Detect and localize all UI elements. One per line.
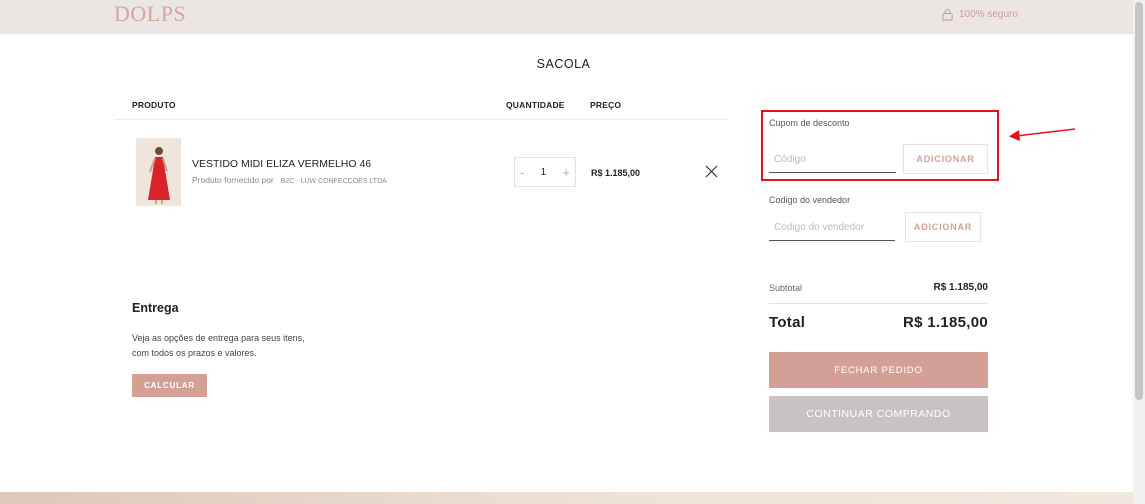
vendor-name: B2C - LUW CONFECCOES LTDA xyxy=(280,178,387,185)
arrow-left-icon xyxy=(1009,128,1076,141)
product-name[interactable]: VESTIDO MIDI ELIZA VERMELHO 46 xyxy=(192,158,371,170)
secure-badge: 100% seguro xyxy=(941,8,1018,21)
continue-shopping-button[interactable]: CONTINUAR COMPRANDO xyxy=(769,396,988,432)
logo[interactable]: DOLPS xyxy=(114,1,186,27)
scrollbar[interactable] xyxy=(1133,0,1145,504)
secure-label: 100% seguro xyxy=(959,9,1018,20)
subtotal-label: Subtotal xyxy=(769,283,803,293)
quantity-value: 1 xyxy=(540,166,547,178)
header-divider xyxy=(114,119,728,120)
close-icon[interactable] xyxy=(705,165,718,178)
quantity-stepper: - 1 + xyxy=(514,157,576,187)
lock-icon xyxy=(942,8,953,21)
delivery-description: Veja as opções de entrega para seus iten… xyxy=(132,331,352,361)
coupon-label: Cupom de desconto xyxy=(769,118,850,128)
scrollbar-thumb[interactable] xyxy=(1135,2,1143,400)
summary-divider xyxy=(769,303,988,304)
delivery-title: Entrega xyxy=(132,301,179,315)
quantity-increase-button[interactable]: + xyxy=(562,165,570,180)
page-title: SACOLA xyxy=(536,57,591,71)
total-label: Total xyxy=(769,314,806,331)
column-header-product: PRODUTO xyxy=(132,100,176,110)
column-header-quantity: QUANTIDADE xyxy=(506,100,565,110)
delivery-line-1: Veja as opções de entrega para seus iten… xyxy=(132,333,305,343)
checkout-button[interactable]: FECHAR PEDIDO xyxy=(769,352,988,388)
add-coupon-button[interactable]: ADICIONAR xyxy=(903,144,988,174)
coupon-input[interactable] xyxy=(769,147,896,173)
seller-code-label: Codigo do vendedor xyxy=(769,195,851,205)
column-header-price: PREÇO xyxy=(590,100,622,110)
calculate-shipping-button[interactable]: CALCULAR xyxy=(132,374,207,397)
item-price: R$ 1.185,00 xyxy=(591,168,641,178)
header-bar: DOLPS 100% seguro xyxy=(0,0,1133,34)
supplier-label: Produto fornecido por xyxy=(192,175,274,185)
delivery-line-2: com todos os prazos e valores. xyxy=(132,348,257,358)
subtotal-value: R$ 1.185,00 xyxy=(933,282,989,293)
add-seller-code-button[interactable]: ADICIONAR xyxy=(905,212,981,242)
footer-strip xyxy=(0,492,1133,504)
product-supplier: Produto fornecido por B2C - LUW CONFECCOE… xyxy=(192,175,387,185)
product-image[interactable] xyxy=(136,138,181,206)
total-value: R$ 1.185,00 xyxy=(902,314,988,331)
seller-code-input[interactable] xyxy=(769,215,895,241)
quantity-decrease-button[interactable]: - xyxy=(520,165,524,180)
